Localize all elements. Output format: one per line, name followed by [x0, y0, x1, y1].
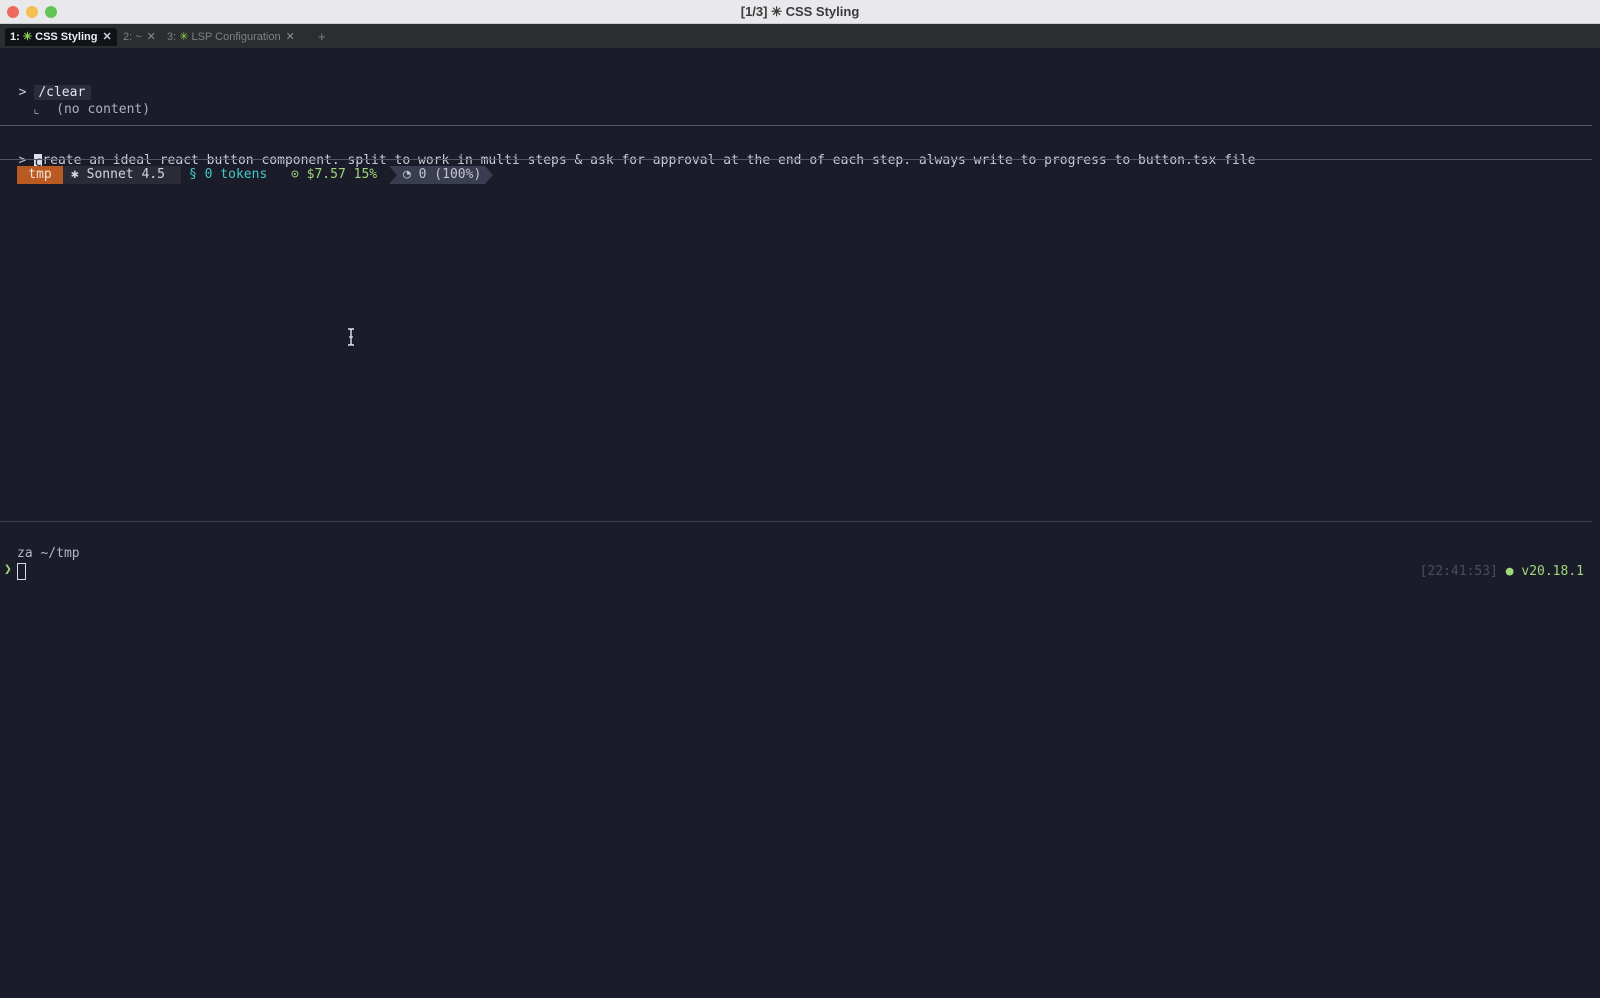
shell-cwd: za ~/tmp: [17, 546, 80, 561]
tab-index: 1:: [10, 31, 23, 43]
status-context: ◔ 0 (100%): [389, 166, 485, 184]
tree-branch-icon: ⌞: [32, 102, 41, 117]
shell-right-prompt: [22:41:53] ● v20.18.1: [1420, 564, 1584, 579]
tab-label: 2: ~: [123, 31, 142, 43]
node-status-icon: ●: [1505, 564, 1514, 579]
tab-bar: 1: ✳ CSS Styling ✕ 2: ~ ✕ 3: ✳ LSP Configu…: [0, 24, 1600, 48]
tab-label: LSP Configuration: [191, 31, 281, 43]
node-version: v20.18.1: [1521, 564, 1584, 579]
segment-separator: [485, 166, 493, 184]
tab-home[interactable]: 2: ~ ✕: [118, 28, 161, 46]
input-bottom-divider: [0, 159, 1592, 160]
new-tab-button[interactable]: +: [318, 28, 326, 46]
shell-time: [22:41:53]: [1419, 564, 1498, 579]
window-titlebar: [1/3] ✳ CSS Styling: [0, 0, 1600, 24]
shell-prompt-icon: ❯: [4, 562, 12, 577]
status-tokens: § 0 tokens: [189, 167, 268, 182]
status-model: ✱ Sonnet 4.5: [63, 166, 181, 184]
close-icon[interactable]: ✕: [286, 31, 295, 43]
tab-label: CSS Styling: [35, 31, 98, 43]
tab-index: 3:: [167, 31, 180, 43]
segment-separator: [389, 166, 397, 184]
clear-result: (no content): [56, 102, 151, 117]
window-title: [1/3] ✳ CSS Styling: [740, 4, 860, 19]
tab-lsp-configuration[interactable]: 3: ✳ LSP Configuration ✕: [162, 28, 300, 46]
pane-divider: [0, 521, 1592, 522]
shell-cursor[interactable]: [17, 563, 26, 580]
close-icon[interactable]: ✕: [102, 31, 111, 43]
close-icon[interactable]: ✕: [147, 31, 156, 43]
ibeam-cursor-icon: [348, 328, 354, 346]
clear-result-line: ⌞ (no content): [17, 84, 150, 118]
status-directory: tmp: [17, 166, 63, 184]
spark-icon: ✳: [179, 31, 189, 43]
spark-icon: ✳: [22, 31, 33, 43]
prompt-input[interactable]: > create an ideal react button component…: [3, 135, 1256, 170]
tab-css-styling[interactable]: 1: ✳ CSS Styling ✕: [5, 28, 117, 46]
input-top-divider: [0, 125, 1592, 126]
status-cost: ⊙ $7.57 15%: [291, 167, 378, 182]
